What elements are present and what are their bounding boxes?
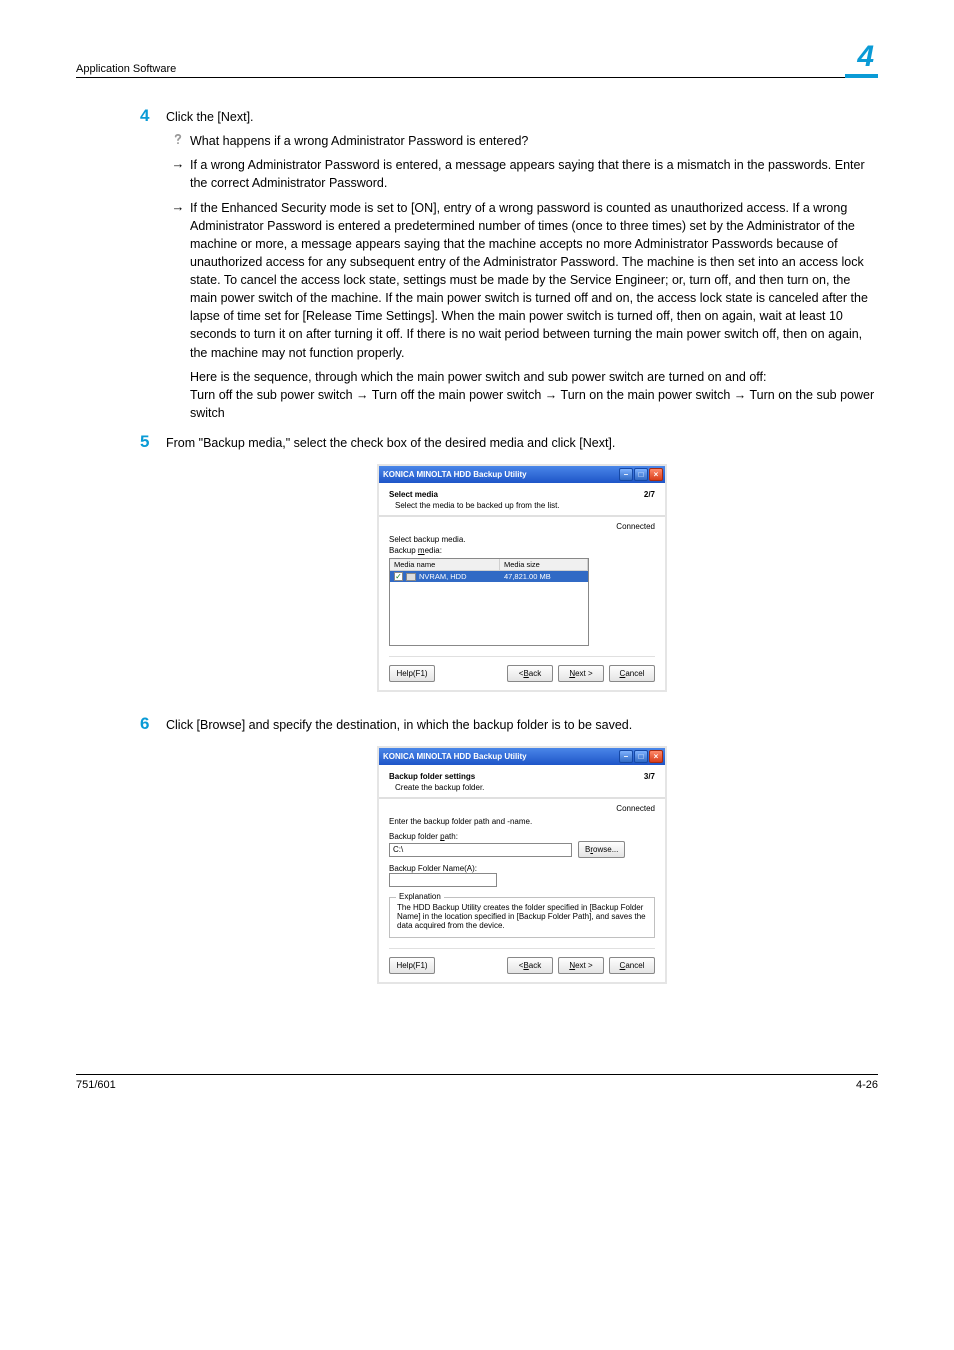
name-label: Backup Folder Name(A):: [389, 864, 655, 873]
explanation-group: Explanation The HDD Backup Utility creat…: [389, 897, 655, 938]
footer-page: 4-26: [856, 1079, 878, 1091]
media-table[interactable]: Media name Media size ✓ NVRAM, HDD 47,82…: [389, 558, 589, 646]
minimize-button[interactable]: –: [619, 750, 633, 763]
divider: [379, 515, 665, 517]
maximize-button[interactable]: □: [634, 750, 648, 763]
answer-paragraph: If the Enhanced Security mode is set to …: [190, 201, 868, 360]
divider: [379, 797, 665, 799]
next-button[interactable]: Next >: [558, 665, 604, 682]
button-row: Help(F1) < Back Next > Cancel: [389, 948, 655, 974]
path-input[interactable]: C:\: [389, 843, 572, 857]
arrow-icon: →: [166, 199, 190, 214]
hdd-icon: [406, 573, 416, 581]
connection-status: Connected: [389, 804, 655, 813]
arrow-icon: →: [166, 156, 190, 171]
close-button[interactable]: ×: [649, 468, 663, 481]
cell-media-name: NVRAM, HDD: [419, 572, 467, 581]
panel-description: Create the backup folder.: [395, 783, 655, 792]
window-title: KONICA MINOLTA HDD Backup Utility: [383, 752, 527, 761]
window-controls: – □ ×: [619, 468, 663, 481]
table-header: Media name Media size: [390, 559, 588, 571]
page-header: Application Software 4: [76, 42, 878, 78]
footer-model: 751/601: [76, 1079, 116, 1091]
col-media-name: Media name: [390, 559, 500, 570]
button-row: Help(F1) < Back Next > Cancel: [389, 656, 655, 682]
panel-title: Select media: [389, 490, 655, 499]
dialog-select-media: KONICA MINOLTA HDD Backup Utility – □ × …: [377, 464, 667, 692]
step-number: 4: [140, 106, 166, 126]
name-input[interactable]: [389, 873, 497, 887]
answer-paragraph: Here is the sequence, through which the …: [190, 368, 878, 386]
step-text: Click the [Next].: [166, 108, 878, 126]
group-body: The HDD Backup Utility creates the folde…: [397, 903, 647, 930]
help-button[interactable]: Help(F1): [389, 665, 435, 682]
back-button[interactable]: < Back: [507, 665, 553, 682]
step-number: 6: [140, 714, 166, 734]
titlebar: KONICA MINOLTA HDD Backup Utility – □ ×: [379, 466, 665, 483]
instruction-text: Select backup media.: [389, 535, 655, 544]
cell-media-size: 47,821.00 MB: [500, 571, 588, 582]
question-text: What happens if a wrong Administrator Pa…: [190, 132, 878, 150]
back-button[interactable]: < Back: [507, 957, 553, 974]
browse-button[interactable]: Browse...: [578, 841, 625, 858]
maximize-button[interactable]: □: [634, 468, 648, 481]
connection-status: Connected: [389, 522, 655, 531]
instruction-text: Enter the backup folder path and -name.: [389, 817, 655, 826]
step-number: 5: [140, 432, 166, 452]
minimize-button[interactable]: –: [619, 468, 633, 481]
cancel-button[interactable]: Cancel: [609, 957, 655, 974]
list-label: Backup media:: [389, 546, 655, 555]
step-5: 5 From "Backup media," select the check …: [166, 432, 878, 452]
table-row[interactable]: ✓ NVRAM, HDD 47,821.00 MB: [390, 571, 588, 582]
path-label: Backup folder path:: [389, 832, 655, 841]
col-media-size: Media size: [500, 559, 588, 570]
dialog-backup-folder: KONICA MINOLTA HDD Backup Utility – □ × …: [377, 746, 667, 984]
answer-text: If a wrong Administrator Password is ent…: [190, 156, 878, 192]
checkbox-icon[interactable]: ✓: [394, 572, 403, 581]
group-title: Explanation: [396, 892, 444, 901]
help-button[interactable]: Help(F1): [389, 957, 435, 974]
dialog-body: 2/7 Select media Select the media to be …: [379, 483, 665, 690]
window-controls: – □ ×: [619, 750, 663, 763]
chapter-number: 4: [845, 42, 878, 78]
content-area: 4 Click the [Next]. What happens if a wr…: [76, 106, 878, 984]
cancel-button[interactable]: Cancel: [609, 665, 655, 682]
step-text: From "Backup media," select the check bo…: [166, 434, 878, 452]
step-text: Click [Browse] and specify the destinati…: [166, 716, 878, 734]
page-footer: 751/601 4-26: [76, 1074, 878, 1091]
answer-paragraph: Turn off the sub power switch → Turn off…: [190, 386, 878, 422]
panel-title: Backup folder settings: [389, 772, 655, 781]
close-button[interactable]: ×: [649, 750, 663, 763]
panel-description: Select the media to be backed up from th…: [395, 501, 655, 510]
step-4: 4 Click the [Next]. What happens if a wr…: [166, 106, 878, 422]
dialog-body: 3/7 Backup folder settings Create the ba…: [379, 765, 665, 982]
window-title: KONICA MINOLTA HDD Backup Utility: [383, 470, 527, 479]
titlebar: KONICA MINOLTA HDD Backup Utility – □ ×: [379, 748, 665, 765]
next-button[interactable]: Next >: [558, 957, 604, 974]
wizard-step-indicator: 3/7: [644, 772, 655, 781]
section-title: Application Software: [76, 63, 176, 75]
step-6: 6 Click [Browse] and specify the destina…: [166, 714, 878, 734]
wizard-step-indicator: 2/7: [644, 490, 655, 499]
answer-text: If the Enhanced Security mode is set to …: [190, 199, 878, 423]
question-icon: [166, 132, 190, 146]
